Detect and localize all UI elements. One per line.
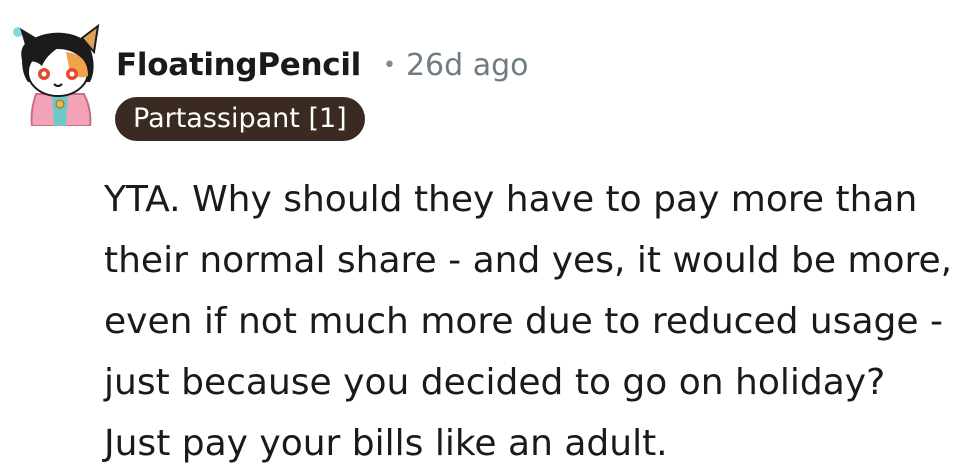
- username-link[interactable]: FloatingPencil: [116, 47, 361, 83]
- cat-avatar-icon: [13, 23, 100, 127]
- user-flair-badge: Partassipant [1]: [115, 97, 365, 141]
- comment: FloatingPencil • 26d ago Partassipant [1…: [0, 0, 965, 471]
- meta-separator: •: [382, 52, 396, 78]
- comment-body: YTA. Why should they have to pay more th…: [104, 179, 953, 464]
- user-avatar[interactable]: [8, 22, 104, 127]
- comment-timestamp[interactable]: 26d ago: [406, 48, 529, 83]
- comment-header: FloatingPencil • 26d ago: [116, 40, 529, 90]
